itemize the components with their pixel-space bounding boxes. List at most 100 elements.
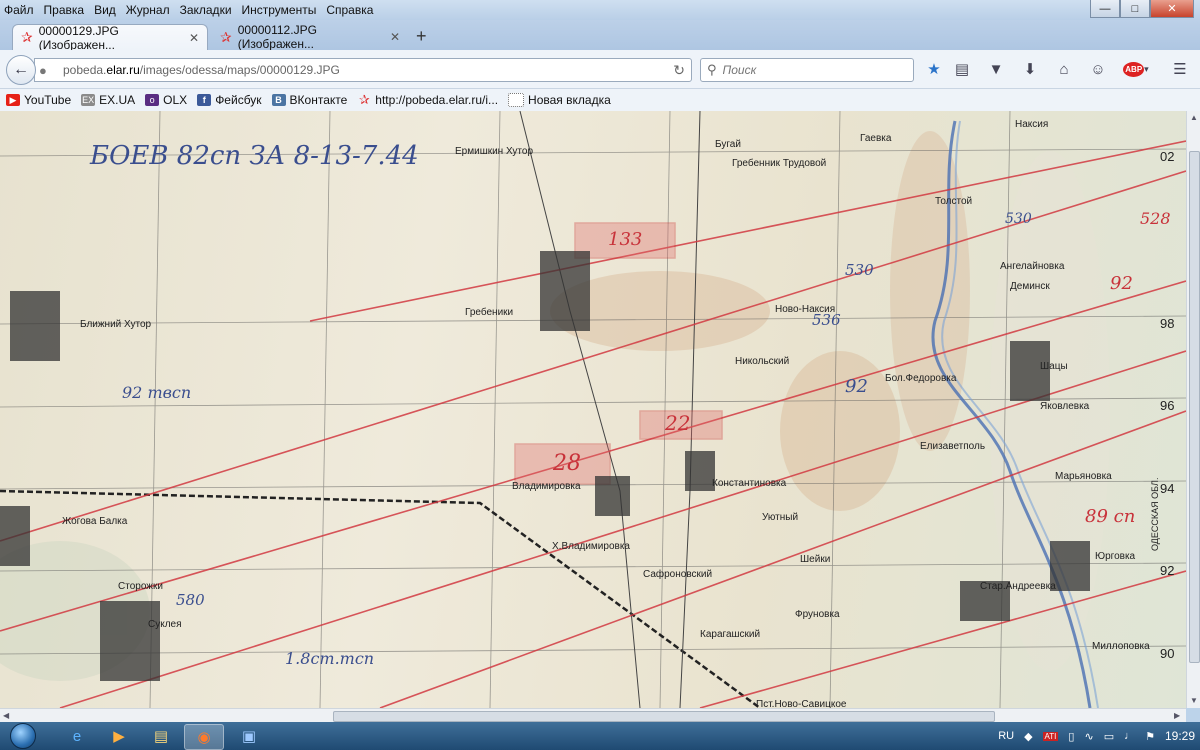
pobeda-star-icon: ✰: [220, 28, 232, 45]
floppy-disk-icon: ▣: [241, 728, 257, 745]
tab-00000112[interactable]: ✰ 00000112.JPG (Изображен... ✕: [212, 23, 408, 51]
reload-icon[interactable]: ↻: [673, 62, 685, 79]
place-label: Юрговка: [1095, 551, 1136, 562]
menu-view[interactable]: Вид: [94, 3, 116, 17]
flag-icon[interactable]: ⚑: [1145, 730, 1155, 743]
internet-explorer-icon: e: [72, 727, 82, 745]
place-label: Бол.Федоровка: [885, 373, 957, 384]
maximize-button[interactable]: □: [1120, 0, 1150, 18]
bookmark-exua[interactable]: EX EX.UA: [81, 93, 135, 107]
map-annotation-red: 528: [1140, 209, 1171, 228]
vertical-scrollbar[interactable]: ▲ ▼: [1186, 111, 1200, 708]
map-annotation: 580: [176, 591, 205, 609]
bluetooth-icon[interactable]: ∿: [1084, 730, 1093, 743]
horizontal-scroll-thumb[interactable]: [333, 711, 995, 722]
menu-edit[interactable]: Правка: [44, 3, 85, 17]
scroll-right-icon[interactable]: ▶: [1174, 711, 1180, 720]
navigation-bar: ● pobeda.elar.ru/images/odessa/maps/0000…: [0, 50, 1200, 89]
adblock-icon[interactable]: ABP ▾: [1122, 59, 1150, 79]
taskbar-explorer[interactable]: ▤: [142, 724, 180, 748]
facebook-icon: f: [197, 94, 212, 106]
bookmark-facebook[interactable]: f Фейсбук: [197, 93, 262, 107]
place-label: Константиновка: [712, 478, 787, 489]
horizontal-scrollbar[interactable]: ◀ ▶: [0, 708, 1186, 723]
start-button[interactable]: [4, 722, 42, 750]
scroll-down-icon[interactable]: ▼: [1190, 696, 1198, 705]
place-label: Марьяновка: [1055, 471, 1112, 482]
menu-file[interactable]: Файл: [4, 3, 34, 17]
place-label: Владимировка: [512, 481, 581, 492]
place-label: Карагашский: [700, 629, 761, 640]
search-input[interactable]: [720, 62, 905, 78]
scroll-up-icon[interactable]: ▲: [1190, 113, 1198, 122]
menu-help[interactable]: Справка: [326, 3, 373, 17]
volume-icon[interactable]: ♩: [1124, 730, 1135, 742]
bookmark-youtube[interactable]: ▶ YouTube: [6, 93, 71, 107]
map-annotation: 92: [845, 376, 868, 397]
battery-icon[interactable]: ▭: [1104, 730, 1114, 743]
grid-number: 96: [1160, 398, 1175, 413]
pocket-icon[interactable]: ▼: [986, 59, 1006, 79]
back-button[interactable]: ←: [6, 55, 36, 85]
menu-tools[interactable]: Инструменты: [242, 3, 317, 17]
bookmark-star-icon[interactable]: ★: [924, 59, 944, 79]
scroll-left-icon[interactable]: ◀: [3, 711, 9, 720]
security-icon[interactable]: ◆: [1024, 730, 1032, 743]
language-indicator[interactable]: RU: [998, 730, 1014, 742]
close-window-button[interactable]: ✕: [1150, 0, 1194, 18]
place-label: Ангелайновка: [1000, 261, 1065, 272]
clock[interactable]: 19:29: [1165, 729, 1195, 743]
system-tray: RU ◆ ATI ▯ ∿ ▭ ♩ ⚑ 19:29: [993, 722, 1200, 750]
bookmark-vkontakte[interactable]: B ВКонтакте: [271, 93, 347, 107]
place-label: Гаевка: [860, 133, 892, 144]
tab-close-icon[interactable]: ✕: [189, 31, 199, 45]
menu-bar: Файл Правка Вид Журнал Закладки Инструме…: [0, 0, 1200, 20]
vk-icon: B: [271, 94, 286, 106]
address-bar[interactable]: ● pobeda.elar.ru/images/odessa/maps/0000…: [34, 58, 692, 82]
grid-number: 92: [1160, 563, 1175, 578]
new-tab-button[interactable]: +: [416, 26, 427, 47]
place-label: Ново-Наксия: [775, 304, 836, 315]
place-label: Ближний Хутор: [80, 319, 152, 330]
map-annotation-red: 133: [608, 229, 643, 250]
hamburger-menu-icon[interactable]: ☰: [1170, 59, 1190, 79]
taskbar-firefox[interactable]: ◉: [184, 724, 224, 750]
chat-icon[interactable]: ☺: [1088, 59, 1108, 79]
globe-icon: ●: [39, 62, 47, 78]
place-label: Сафроновский: [643, 569, 713, 580]
reading-list-icon[interactable]: ▤: [952, 59, 972, 79]
place-label: Х.Владимировка: [552, 541, 630, 552]
map-image[interactable]: БОЕВ 82сп ЗА 8-13-7.44 92 твсп 92 530 53…: [0, 111, 1186, 708]
address-url: pobeda.elar.ru/images/odessa/maps/000001…: [63, 63, 340, 77]
back-arrow-icon: ←: [13, 61, 29, 78]
bookmark-olx[interactable]: o OLX: [145, 93, 187, 107]
place-label: Деминск: [1010, 281, 1050, 292]
place-label: Стар.Андреевка: [980, 581, 1056, 592]
network-signal-icon[interactable]: ▯: [1068, 730, 1074, 743]
taskbar-media-player[interactable]: ▶: [100, 724, 138, 748]
bookmark-pobeda[interactable]: ✰ http://pobeda.elar.ru/i...: [357, 92, 498, 107]
tab-close-icon[interactable]: ✕: [390, 30, 400, 44]
place-label: Гребеники: [465, 307, 514, 318]
windows-logo-icon: [10, 723, 36, 749]
ati-icon[interactable]: ATI: [1042, 731, 1059, 741]
place-label: Ермишкин Хутор: [455, 146, 534, 157]
home-icon[interactable]: ⌂: [1054, 59, 1074, 79]
tab-00000129[interactable]: ✰ 00000129.JPG (Изображен... ✕: [12, 24, 208, 52]
olx-icon: o: [145, 94, 160, 106]
map-annotation-red: 89 сп: [1085, 506, 1136, 527]
maximize-icon: □: [1131, 2, 1139, 15]
menu-history[interactable]: Журнал: [126, 3, 170, 17]
place-label: Жогова Балка: [62, 516, 128, 527]
minimize-button[interactable]: —: [1090, 0, 1120, 18]
menu-bookmarks[interactable]: Закладки: [180, 3, 232, 17]
map-annotation: 92 твсп: [122, 383, 192, 402]
taskbar-ie[interactable]: e: [58, 724, 96, 748]
plus-icon: +: [416, 26, 427, 46]
search-box[interactable]: ⚲: [700, 58, 914, 82]
taskbar-app[interactable]: ▣: [230, 724, 268, 748]
bookmarks-toolbar: ▶ YouTube EX EX.UA o OLX f Фейсбук B ВКонтакт…: [0, 89, 1200, 111]
bookmark-new-tab[interactable]: Новая вкладка: [508, 93, 611, 107]
download-icon[interactable]: ⬇: [1020, 59, 1040, 79]
vertical-scroll-thumb[interactable]: [1189, 151, 1200, 663]
